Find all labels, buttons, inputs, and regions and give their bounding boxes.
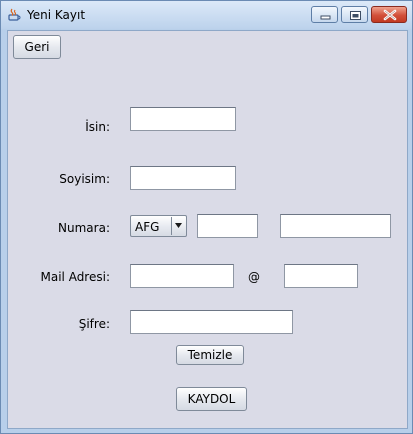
phone-prefix-field[interactable] [197,214,258,238]
name-label: İsin: [85,120,110,134]
back-button[interactable]: Geri [13,35,61,59]
app-window: Yeni Kayıt Geri İsin: Soyisim: Numara: A… [0,0,413,434]
mail-user-field[interactable] [130,264,234,288]
surname-field[interactable] [130,166,236,190]
password-field[interactable] [130,310,293,334]
phone-number-field[interactable] [280,214,391,238]
register-button[interactable]: KAYDOL [176,387,247,411]
name-field[interactable] [130,107,236,131]
minimize-button[interactable] [311,6,338,23]
clear-button[interactable]: Temizle [176,345,244,365]
surname-label: Soyisim: [59,172,110,186]
mail-domain-field[interactable] [284,264,358,288]
close-icon [383,9,397,21]
maximize-button[interactable] [341,6,368,23]
close-button[interactable] [371,6,407,23]
minimize-icon [320,15,331,20]
java-icon [8,8,21,21]
form-panel: Geri İsin: Soyisim: Numara: AFG Mail Adr… [7,30,408,429]
chevron-down-icon [175,223,182,228]
title-bar[interactable]: Yeni Kayıt [1,1,412,29]
maximize-icon [350,11,361,20]
country-code-select[interactable]: AFG [130,215,187,237]
window-title: Yeni Kayıt [27,8,86,22]
password-label: Şifre: [78,317,110,331]
country-code-value: AFG [135,220,160,234]
combo-arrow[interactable] [171,217,185,235]
at-symbol: @ [248,270,260,284]
phone-label: Numara: [58,221,110,235]
mail-label: Mail Adresi: [40,270,111,284]
